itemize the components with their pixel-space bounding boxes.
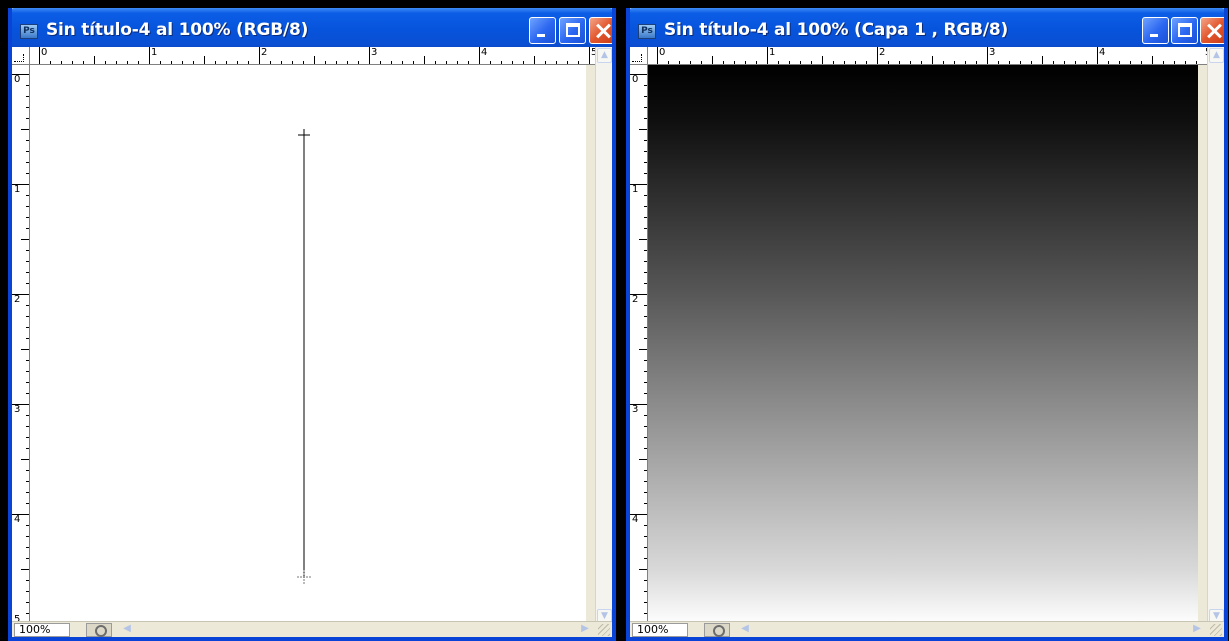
ruler-label: 2 bbox=[13, 294, 22, 305]
vertical-ruler[interactable]: 0 1 2 3 4 5 bbox=[12, 65, 30, 625]
status-menu-icon[interactable] bbox=[86, 623, 112, 637]
ruler-label: 4 bbox=[480, 47, 489, 58]
document-canvas[interactable] bbox=[30, 65, 586, 625]
ruler-label: 3 bbox=[988, 47, 997, 58]
maximize-button[interactable] bbox=[1171, 17, 1198, 44]
window-title: Sin título-4 al 100% (Capa 1 , RGB/8) bbox=[664, 20, 1009, 40]
ruler-label: 0 bbox=[13, 74, 22, 85]
ruler-label: 3 bbox=[13, 404, 22, 415]
ruler-label: 2 bbox=[260, 47, 269, 58]
minimize-button[interactable] bbox=[1142, 17, 1169, 44]
close-icon bbox=[590, 18, 612, 43]
document-window-right[interactable]: Ps Sin título-4 al 100% (Capa 1 , RGB/8)… bbox=[626, 8, 1228, 641]
zoom-level-field[interactable]: 100% bbox=[14, 623, 70, 637]
gradient-guide-line bbox=[297, 129, 311, 584]
close-button[interactable] bbox=[1200, 17, 1224, 44]
ruler-label: 2 bbox=[878, 47, 887, 58]
titlebar[interactable]: Ps Sin título-4 al 100% (RGB/8) bbox=[12, 8, 612, 51]
ruler-label: 1 bbox=[13, 184, 22, 195]
titlebar[interactable]: Ps Sin título-4 al 100% (Capa 1 , RGB/8) bbox=[630, 8, 1224, 51]
vertical-scrollbar[interactable]: ▲ ▼ bbox=[595, 47, 612, 625]
window-title: Sin título-4 al 100% (RGB/8) bbox=[46, 20, 309, 40]
scroll-right-arrow-icon[interactable]: ▶ bbox=[1190, 623, 1204, 637]
horizontal-ruler[interactable]: 0 1 2 3 4 5 bbox=[648, 47, 1215, 65]
scroll-right-arrow-icon[interactable]: ▶ bbox=[578, 623, 592, 637]
resize-grip-icon[interactable] bbox=[1210, 624, 1222, 636]
ruler-label: 0 bbox=[40, 47, 49, 58]
ruler-label: 1 bbox=[150, 47, 159, 58]
vertical-ruler[interactable]: 0 1 2 3 4 bbox=[630, 65, 648, 625]
status-bar: 100% ◀ ▶ bbox=[12, 621, 612, 637]
maximize-button[interactable] bbox=[559, 17, 586, 44]
status-bar: 100% ◀ ▶ bbox=[630, 621, 1224, 637]
ruler-label: 0 bbox=[631, 74, 640, 85]
photoshop-doc-icon[interactable]: Ps bbox=[20, 24, 38, 39]
ruler-label: 4 bbox=[13, 514, 22, 525]
ruler-label: 4 bbox=[631, 514, 640, 525]
scroll-left-arrow-icon[interactable]: ◀ bbox=[120, 623, 134, 637]
ruler-label: 2 bbox=[631, 294, 640, 305]
close-icon bbox=[1201, 18, 1224, 43]
ruler-label: 4 bbox=[1098, 47, 1107, 58]
maximize-icon bbox=[1178, 23, 1192, 37]
document-window-left[interactable]: Ps Sin título-4 al 100% (RGB/8) 0 1 2 3 … bbox=[8, 8, 616, 641]
photoshop-doc-icon[interactable]: Ps bbox=[638, 24, 656, 39]
horizontal-ruler[interactable]: 0 1 2 3 4 5 bbox=[30, 47, 603, 65]
status-menu-icon[interactable] bbox=[704, 623, 730, 637]
ruler-label: 0 bbox=[658, 47, 667, 58]
scroll-up-arrow-icon[interactable]: ▲ bbox=[597, 48, 612, 63]
vertical-scrollbar[interactable]: ▲ ▼ bbox=[1207, 47, 1224, 625]
maximize-icon bbox=[566, 23, 580, 37]
minimize-icon bbox=[537, 34, 545, 37]
resize-grip-icon[interactable] bbox=[598, 624, 610, 636]
gradient-canvas[interactable] bbox=[648, 65, 1198, 625]
ruler-label: 3 bbox=[631, 404, 640, 415]
scroll-up-arrow-icon[interactable]: ▲ bbox=[1209, 48, 1224, 63]
ruler-label: 1 bbox=[631, 184, 640, 195]
minimize-button[interactable] bbox=[529, 17, 556, 44]
close-button[interactable] bbox=[589, 17, 612, 44]
zoom-level-field[interactable]: 100% bbox=[632, 623, 688, 637]
ruler-label: 3 bbox=[370, 47, 379, 58]
ruler-label: 1 bbox=[768, 47, 777, 58]
ruler-origin[interactable] bbox=[630, 47, 648, 65]
minimize-icon bbox=[1150, 34, 1158, 37]
ruler-origin[interactable] bbox=[12, 47, 30, 65]
scroll-left-arrow-icon[interactable]: ◀ bbox=[738, 623, 752, 637]
